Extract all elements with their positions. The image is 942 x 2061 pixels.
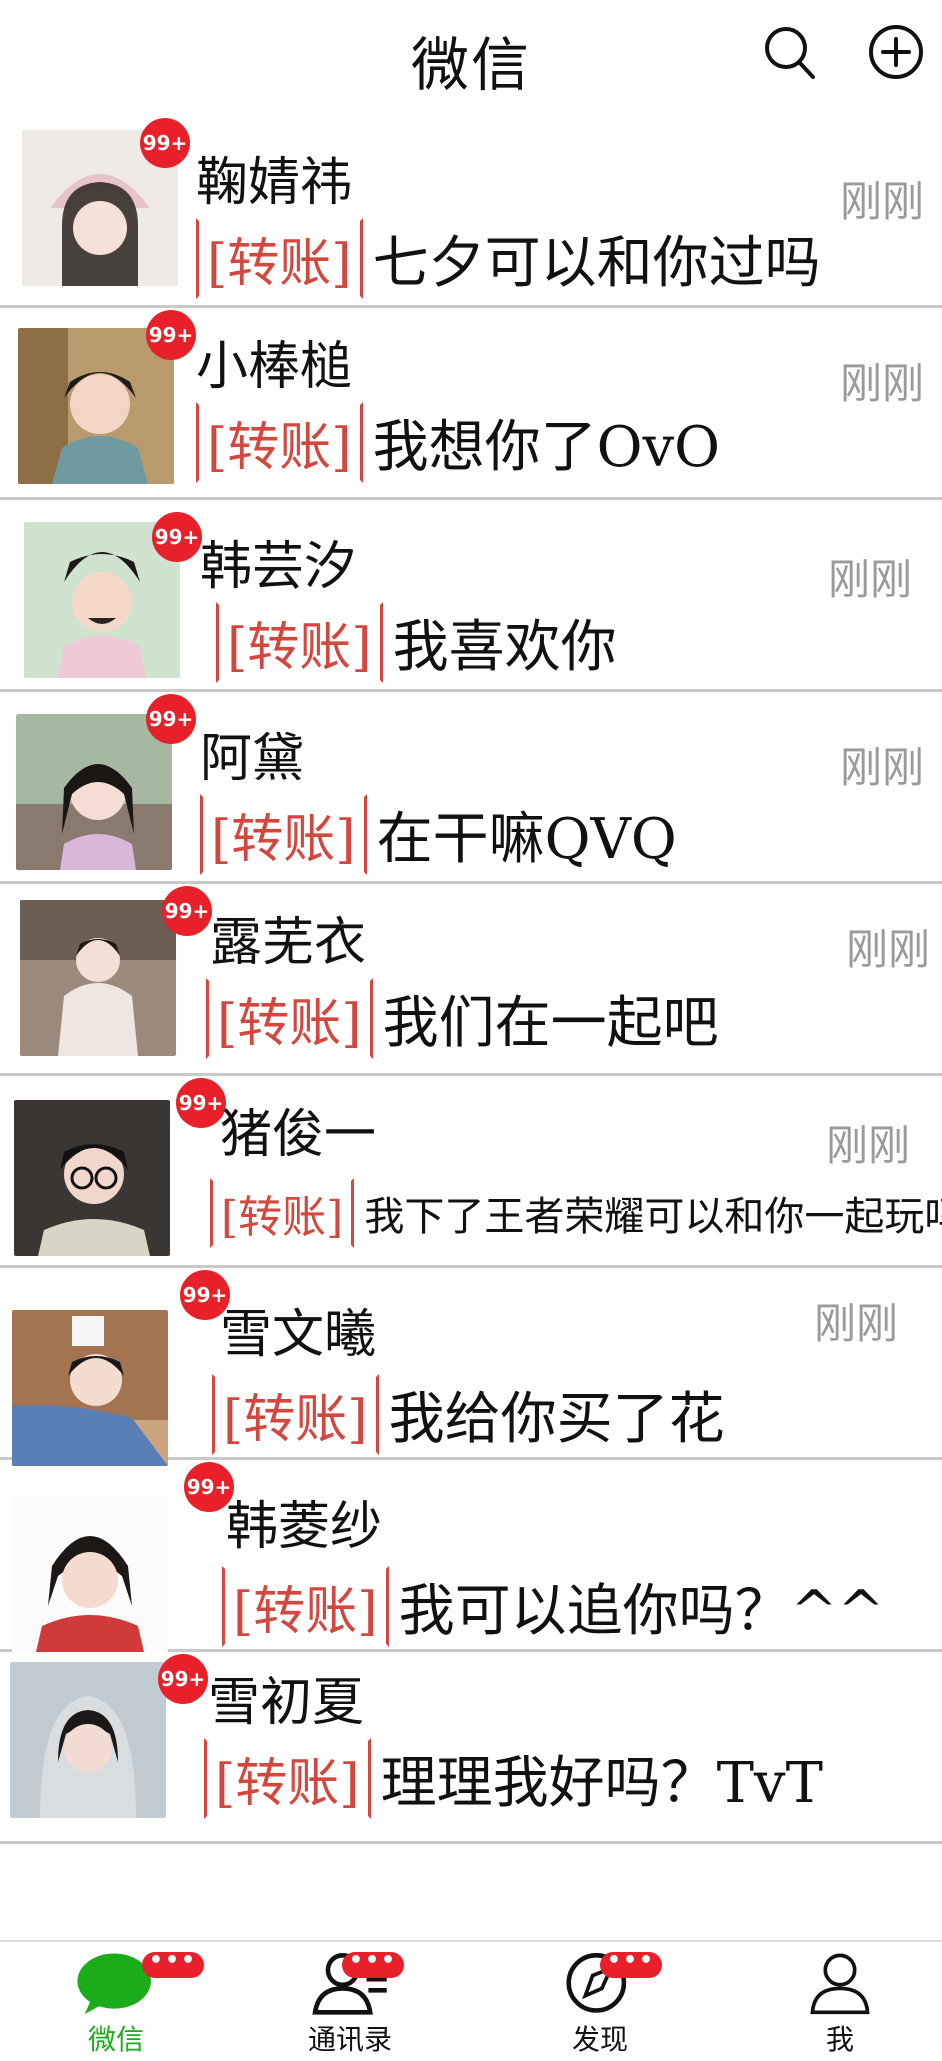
unread-badge: 99+	[158, 1654, 208, 1704]
last-message: [转账] 我下了王者荣耀可以和你一起玩吗	[210, 1178, 942, 1248]
message-text: 理理我好吗？TvT	[380, 1751, 823, 1816]
avatar[interactable]	[10, 1662, 166, 1818]
transfer-tag: [转账]	[196, 402, 363, 483]
last-message: [转账] 我想你了OvO	[196, 402, 720, 483]
message-text: 七夕可以和你过吗	[372, 231, 821, 296]
unread-badge: 99+	[152, 512, 202, 562]
message-text: 我喜欢你	[392, 615, 617, 680]
unread-badge: 99+	[146, 694, 196, 744]
chat-row[interactable]: 99+ 雪初夏 [转账] 理理我好吗？TvT	[0, 1654, 942, 1844]
top-bar: 微信	[0, 0, 942, 118]
last-message: [转账] 我可以追你吗？^^	[222, 1566, 884, 1647]
last-message: [转账] 七夕可以和你过吗	[196, 218, 821, 299]
tab-unread-dot: •••	[142, 1950, 204, 1978]
unread-badge: 99+	[162, 886, 212, 936]
timestamp: 刚刚	[814, 1299, 899, 1348]
chat-row[interactable]: 99+ 韩菱纱 [转账] 我可以追你吗？^^	[0, 1462, 942, 1652]
transfer-tag: [转账]	[210, 1178, 355, 1248]
message-text: 我下了王者荣耀可以和你一起玩吗	[364, 1194, 942, 1240]
message-text: 我们在一起吧	[382, 991, 719, 1056]
timestamp: 刚刚	[840, 743, 925, 792]
timestamp: 刚刚	[826, 1121, 911, 1170]
contact-name: 韩芸汐	[200, 537, 357, 597]
transfer-tag: [转账]	[216, 602, 383, 683]
tab-label: 通讯录	[307, 2023, 392, 2056]
last-message: [转账] 在干嘛QVQ	[200, 794, 677, 875]
timestamp: 刚刚	[840, 177, 925, 226]
chat-row[interactable]: 99+ 鞠婧祎 [转账] 七夕可以和你过吗 刚刚	[0, 118, 942, 308]
chat-row[interactable]: 99+ 露芜衣 [转账] 我们在一起吧 刚刚	[0, 886, 942, 1076]
search-icon	[765, 27, 815, 79]
timestamp: 刚刚	[840, 359, 925, 408]
transfer-tag: [转账]	[196, 218, 363, 299]
contact-name: 阿黛	[200, 729, 305, 789]
tab-label: 发现	[571, 2023, 628, 2056]
contact-name: 鞠婧祎	[196, 153, 353, 213]
chat-row[interactable]: 99+ 韩芸汐 [转账] 我喜欢你 刚刚	[0, 502, 942, 692]
tab-contacts[interactable]: ••• 通讯录	[280, 1948, 420, 2058]
unread-badge: 99+	[146, 310, 196, 360]
transfer-tag: [转账]	[212, 1374, 379, 1455]
avatar[interactable]	[16, 714, 172, 870]
message-text: 在干嘛QVQ	[376, 807, 677, 872]
last-message: [转账] 我喜欢你	[216, 602, 617, 683]
tab-unread-dot: •••	[342, 1950, 404, 1978]
contact-name: 雪文曦	[220, 1305, 377, 1365]
tab-discover[interactable]: ••• 发现	[530, 1948, 670, 2058]
contact-name: 雪初夏	[208, 1673, 365, 1733]
chat-row[interactable]: 99+ 阿黛 [转账] 在干嘛QVQ 刚刚	[0, 694, 942, 884]
transfer-tag: [转账]	[206, 978, 373, 1059]
transfer-tag: [转账]	[200, 794, 367, 875]
unread-badge: 99+	[140, 118, 190, 168]
last-message: [转账] 理理我好吗？TvT	[204, 1738, 823, 1819]
unread-badge: 99+	[176, 1078, 226, 1128]
last-message: [转账] 我们在一起吧	[206, 978, 719, 1059]
add-button[interactable]	[864, 20, 928, 84]
profile-icon	[810, 1953, 870, 2015]
avatar[interactable]	[18, 328, 174, 484]
tab-label: 我	[825, 2023, 854, 2056]
chat-row[interactable]: 99+ 雪文曦 [转账] 我给你买了花 刚刚	[0, 1270, 942, 1466]
avatar[interactable]	[14, 1100, 170, 1256]
tab-chats[interactable]: ••• 微信	[46, 1948, 204, 2058]
tab-unread-dot: •••	[600, 1950, 662, 1978]
tab-label: 微信	[87, 2023, 144, 2056]
avatar[interactable]	[12, 1496, 168, 1652]
add-circle-icon	[869, 25, 923, 79]
search-button[interactable]	[758, 20, 822, 84]
bottom-tab-bar: ••• 微信 ••• 通讯录 ••• 发现 我	[0, 1940, 942, 2061]
transfer-tag: [转账]	[222, 1566, 389, 1647]
avatar[interactable]	[12, 1310, 168, 1466]
timestamp: 刚刚	[828, 555, 913, 604]
message-text: 我想你了OvO	[372, 415, 721, 480]
chat-row[interactable]: 99+ 猪俊一 [转账] 我下了王者荣耀可以和你一起玩吗 刚刚	[0, 1078, 942, 1268]
timestamp: 刚刚	[846, 925, 931, 974]
last-message: [转账] 我给你买了花	[212, 1374, 725, 1455]
chat-row[interactable]: 99+ 小棒槌 [转账] 我想你了OvO 刚刚	[0, 310, 942, 500]
message-text: 我可以追你吗？^^	[398, 1579, 885, 1644]
contact-name: 小棒槌	[196, 337, 353, 397]
avatar[interactable]	[20, 900, 176, 1056]
contact-name: 猪俊一	[220, 1105, 377, 1165]
contact-name: 韩菱纱	[226, 1497, 383, 1557]
message-text: 我给你买了花	[388, 1387, 725, 1452]
contact-name: 露芜衣	[210, 913, 367, 973]
transfer-tag: [转账]	[204, 1738, 371, 1819]
tab-me[interactable]: 我	[770, 1948, 910, 2058]
